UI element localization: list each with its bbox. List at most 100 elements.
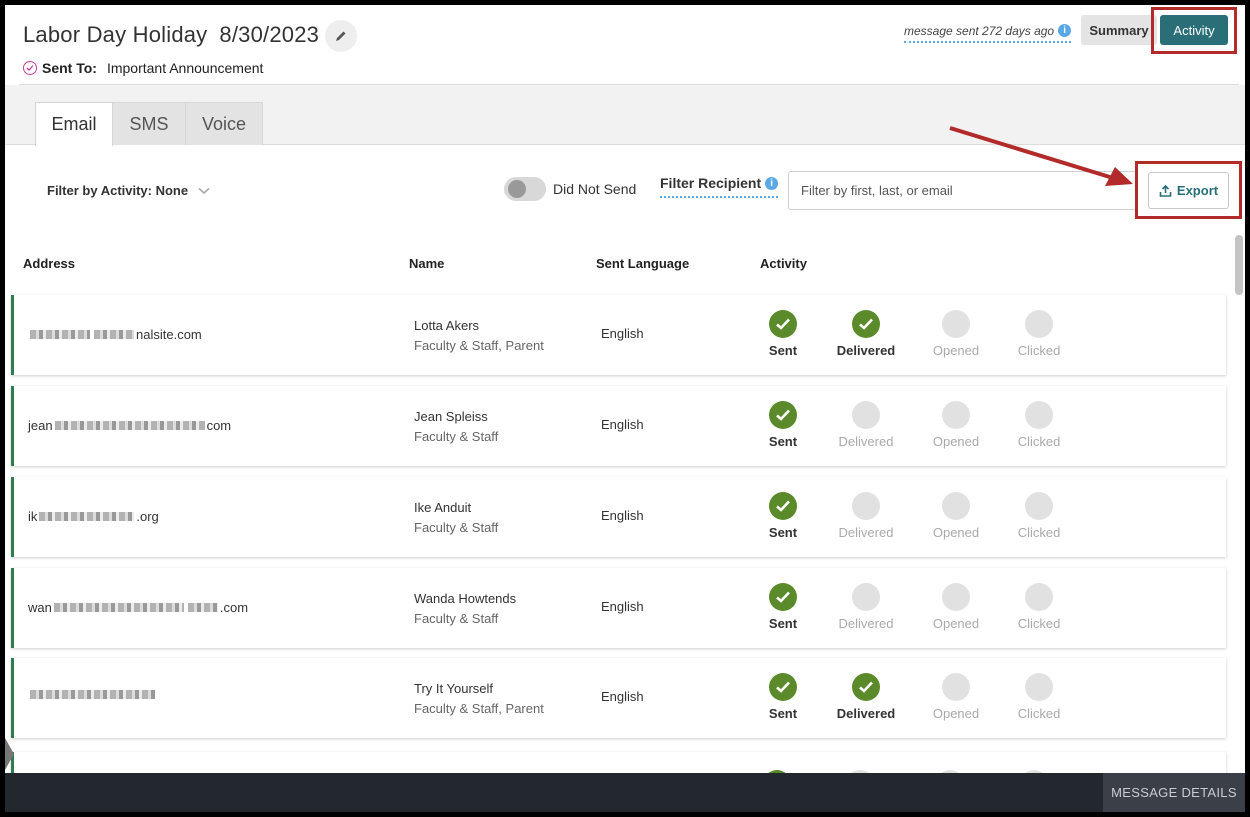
status-delivered: Delivered	[831, 673, 901, 721]
status-sent: Sent	[748, 401, 818, 449]
pencil-icon	[336, 31, 346, 41]
table-row[interactable]: ik .org Ike Anduit Faculty & Staff English Se…	[11, 477, 1226, 557]
sent-to-value: Important Announcement	[106, 60, 264, 76]
checkmark-icon	[769, 492, 797, 520]
status-clicked: Clicked	[1004, 492, 1074, 540]
table-row[interactable]: nalsite.com Lotta Akers Faculty & Staff, P…	[11, 295, 1226, 375]
status-sent: Sent	[748, 492, 818, 540]
status-label: Sent	[768, 706, 798, 721]
address-suffix: .org	[136, 509, 159, 524]
status-label: Delivered	[838, 525, 894, 540]
recipient-name-cell: Lotta Akers Faculty & Staff, Parent	[414, 316, 544, 356]
status-dot	[852, 583, 880, 611]
recipient-name-cell: Ike Anduit Faculty & Staff	[414, 498, 498, 538]
checkmark-icon	[852, 310, 880, 338]
status-label: Opened	[932, 616, 980, 631]
status-label: Sent	[768, 525, 798, 540]
table-row[interactable]: wan .com Wanda Howtends Faculty & Staff Engl…	[11, 568, 1226, 648]
recipient-name: Jean Spleiss	[414, 409, 488, 424]
status-label: Clicked	[1017, 616, 1061, 631]
highlight-box	[1151, 7, 1237, 54]
scrollbar[interactable]	[1235, 235, 1243, 295]
tab-voice[interactable]: Voice	[185, 102, 263, 145]
tab-sms[interactable]: SMS	[112, 102, 186, 145]
address-suffix: com	[206, 418, 232, 433]
checkmark-icon	[769, 401, 797, 429]
summary-button[interactable]: Summary	[1081, 15, 1157, 45]
did-not-send-label: Did Not Send	[553, 181, 637, 197]
footer-bar: MESSAGE DETAILS	[5, 773, 1245, 812]
recipient-name: Wanda Howtends	[414, 591, 517, 606]
recipient-groups: Faculty & Staff	[414, 429, 499, 444]
status-sent: Sent	[748, 673, 818, 721]
status-dot	[1025, 673, 1053, 701]
table-row[interactable]: Try It Yourself Faculty & Staff, Parent En…	[11, 658, 1226, 738]
status-dot	[942, 492, 970, 520]
redacted-text	[54, 421, 205, 430]
sent-to-label: Sent To:	[42, 60, 97, 76]
recipient-groups: Faculty & Staff	[414, 520, 499, 535]
recipient-name: Try It Yourself	[414, 681, 493, 696]
redacted-text	[30, 330, 90, 339]
column-header-activity: Activity	[760, 256, 807, 271]
page-title: Labor Day Holiday 8/30/2023	[23, 22, 319, 48]
status-delivered: Delivered	[831, 492, 901, 540]
recipient-groups: Faculty & Staff, Parent	[414, 338, 544, 353]
checkmark-icon	[769, 583, 797, 611]
highlight-box	[1135, 161, 1242, 219]
status-clicked: Clicked	[1004, 310, 1074, 358]
sent-language: English	[601, 599, 644, 614]
recipient-name-cell: Try It Yourself Faculty & Staff, Parent	[414, 679, 544, 719]
status-opened: Opened	[921, 310, 991, 358]
sent-language: English	[601, 326, 644, 341]
toggle-knob	[508, 180, 526, 198]
message-details-button[interactable]: MESSAGE DETAILS	[1103, 773, 1245, 812]
checkmark-icon	[769, 310, 797, 338]
activity-filter-dropdown[interactable]: Filter by Activity: None	[47, 183, 210, 198]
filter-recipient-label[interactable]: Filter Recipient i	[660, 175, 779, 198]
recipient-groups: Faculty & Staff	[414, 611, 499, 626]
sent-language: English	[601, 508, 644, 523]
status-clicked: Clicked	[1004, 401, 1074, 449]
status-opened: Opened	[921, 492, 991, 540]
column-header-address: Address	[23, 256, 76, 271]
table-row[interactable]: jean com Jean Spleiss Faculty & Staff Englis…	[11, 386, 1226, 466]
panel-expand-handle[interactable]	[5, 738, 14, 770]
status-dot	[942, 583, 970, 611]
did-not-send-toggle[interactable]	[504, 177, 546, 201]
info-icon: i	[1058, 24, 1072, 37]
status-sent: Sent	[748, 310, 818, 358]
column-header-name: Name	[409, 256, 445, 271]
status-dot	[942, 673, 970, 701]
status-label: Opened	[932, 706, 980, 721]
status-label: Sent	[768, 434, 798, 449]
annotation-arrow	[949, 126, 1133, 186]
recipient-name: Lotta Akers	[414, 318, 480, 333]
app-frame: Labor Day Holiday 8/30/2023 Sent To: Impo…	[5, 5, 1245, 812]
status-delivered: Delivered	[831, 401, 901, 449]
redacted-text	[94, 330, 134, 339]
check-circle-icon	[23, 61, 37, 75]
status-label: Sent	[768, 616, 798, 631]
status-label: Delivered	[836, 343, 896, 358]
email-address: nalsite.com	[28, 327, 202, 342]
edit-button[interactable]	[325, 20, 357, 52]
message-sent-info[interactable]: message sent 272 days ago i	[904, 24, 1072, 43]
status-dot	[1025, 310, 1053, 338]
status-delivered: Delivered	[831, 310, 901, 358]
status-clicked: Clicked	[1004, 673, 1074, 721]
email-address: wan .com	[28, 600, 248, 615]
message-sent-text: message sent 272 days ago	[904, 24, 1055, 38]
address-prefix: ik	[28, 509, 38, 524]
status-label: Delivered	[838, 434, 894, 449]
address-suffix: .com	[219, 600, 249, 615]
sent-to: Sent To: Important Announcement	[23, 60, 263, 76]
status-opened: Opened	[921, 401, 991, 449]
status-delivered: Delivered	[831, 583, 901, 631]
sent-language: English	[601, 689, 644, 704]
address-suffix: nalsite.com	[136, 327, 202, 342]
filter-recipient-text: Filter Recipient	[660, 175, 762, 191]
status-label: Clicked	[1017, 525, 1061, 540]
status-dot	[1025, 492, 1053, 520]
tab-email[interactable]: Email	[35, 102, 113, 146]
